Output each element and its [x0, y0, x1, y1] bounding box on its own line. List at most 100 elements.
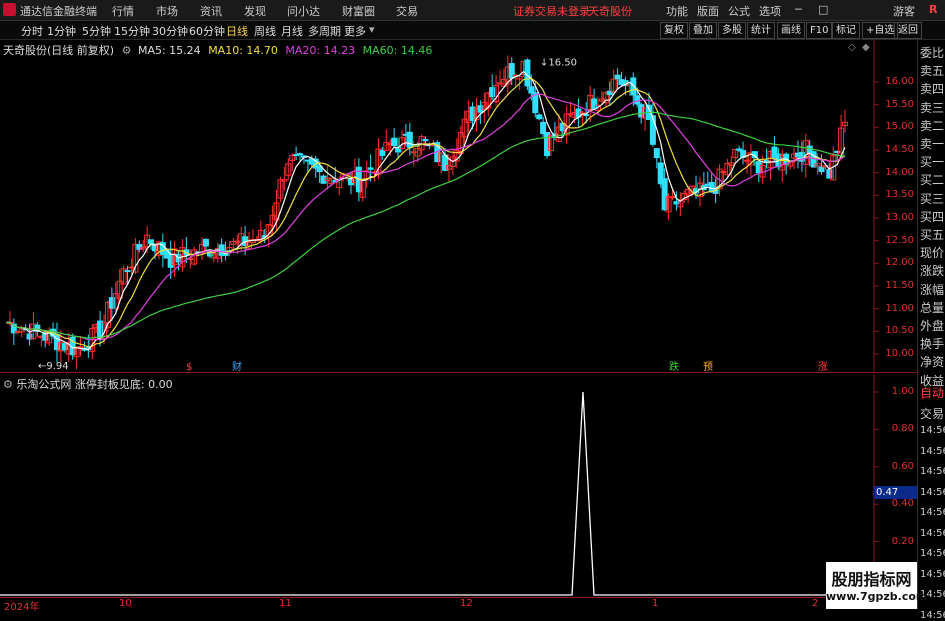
trade-time: 14:56 — [920, 425, 945, 436]
candle-down — [124, 270, 131, 273]
stock-name: 天奇股份 — [588, 5, 632, 18]
guest-label[interactable]: 游客 — [893, 3, 915, 19]
period-monthly[interactable]: 月线 — [281, 23, 303, 39]
quote-field-label: 委比 — [920, 46, 945, 60]
menu-news[interactable]: 资讯 — [200, 3, 222, 19]
high-price-marker: ↓16.50 — [540, 58, 577, 69]
menu-layout[interactable]: 版面 — [697, 3, 719, 19]
r-badge: R — [929, 3, 938, 16]
maximize-icon[interactable]: □ — [818, 3, 828, 16]
trade-time: 14:56 — [920, 548, 945, 559]
candle-down — [422, 139, 429, 142]
trade-time: 14:56 — [920, 507, 945, 518]
candle-down — [614, 74, 621, 80]
price-tick-label: 15.50 — [885, 98, 914, 110]
mark-button[interactable]: 标记 — [832, 22, 860, 39]
price-tick-label: 16.00 — [885, 76, 914, 87]
menu-wealth[interactable]: 财富圈 — [342, 3, 375, 19]
price-tick-label: 14.50 — [885, 144, 914, 155]
quote-field-label: 现价 — [920, 246, 945, 261]
menu-ask[interactable]: 问小达 — [287, 3, 320, 19]
ma60-line — [5, 111, 846, 339]
app-logo-icon — [3, 3, 16, 16]
price-tick-label: 13.00 — [885, 212, 914, 223]
event-marker: $ — [186, 362, 192, 372]
candle-down — [202, 238, 209, 247]
low-price-marker: ←9.94 — [38, 361, 69, 372]
quote-field-label: 卖三 — [920, 100, 945, 115]
period-multi[interactable]: 多周期 — [308, 23, 341, 39]
period-30min[interactable]: 30分钟 — [152, 23, 188, 39]
menu-market[interactable]: 市场 — [156, 3, 178, 19]
indicator-chart[interactable] — [0, 374, 917, 596]
app-name: 通达信金融终端 — [20, 5, 97, 18]
trade-time: 14:56 — [920, 445, 945, 457]
adjust-button[interactable]: 复权 — [660, 22, 688, 39]
period-5min[interactable]: 5分钟 — [82, 23, 111, 39]
quote-field-label: 总量 — [920, 300, 945, 315]
date-label: 11 — [279, 598, 292, 609]
indicator-line — [0, 391, 874, 596]
indicator-tick-label: 1.00 — [891, 386, 914, 397]
quote-sidebar: 委比 卖五 卖四 卖三 卖二 卖一 买一 买二 买三 买四 买五 现价 涨跌 涨幅 总量 外盘 换手 净资 收益 自… — [917, 40, 945, 621]
menu-discover[interactable]: 发现 — [244, 3, 266, 19]
quote-field-label: 买四 — [920, 209, 945, 224]
menu-trade[interactable]: 交易 — [396, 3, 418, 19]
more-arrow-icon[interactable]: ▾ — [369, 23, 375, 36]
candle-down — [391, 137, 398, 147]
add-watchlist-button[interactable]: +自选 — [862, 22, 899, 39]
menu-options[interactable]: 选项 — [759, 3, 781, 19]
period-more[interactable]: 更多 — [344, 23, 366, 39]
period-15min[interactable]: 15分钟 — [114, 23, 150, 39]
period-60min[interactable]: 60分钟 — [189, 23, 225, 39]
menu-function[interactable]: 功能 — [666, 3, 688, 19]
price-tick-label: 10.00 — [885, 348, 914, 359]
candle-down — [297, 153, 304, 156]
date-label: 2024年 — [4, 602, 40, 613]
period-daily[interactable]: 日线 — [226, 23, 248, 39]
multi-stock-button[interactable]: 多股 — [718, 22, 746, 39]
overlay-button[interactable]: 叠加 — [689, 22, 717, 39]
quote-field-label: 外盘 — [920, 319, 945, 333]
period-1min[interactable]: 1分钟 — [47, 23, 76, 39]
price-tick-label: 11.00 — [885, 302, 914, 314]
back-button[interactable]: 返回 — [894, 22, 922, 39]
quote-field-label: 净资 — [920, 355, 945, 370]
candle-down — [367, 167, 374, 170]
date-label: 2 — [812, 598, 819, 609]
login-notice[interactable]: 证券交易未登录 — [513, 3, 590, 19]
price-tick-label: 12.50 — [885, 234, 914, 246]
draw-button[interactable]: 画线 — [777, 22, 805, 39]
cursor-value-badge: 0.47 — [874, 486, 918, 499]
site-watermark: 股朋指标网 www.7gpzb.com — [826, 562, 927, 609]
minimize-icon[interactable]: ─ — [795, 3, 802, 16]
period-timeshare[interactable]: 分时 — [21, 23, 43, 39]
ma5-line — [5, 70, 846, 351]
quote-field-label: 涨跌 — [920, 264, 945, 279]
indicator-tick-label: 0.40 — [891, 498, 914, 510]
price-tick-label: 15.00 — [885, 121, 914, 133]
indicator-tick-label: 0.60 — [891, 460, 914, 472]
quote-field-label: 买一 — [920, 155, 945, 170]
trade-time: 14:56 — [920, 609, 945, 621]
menu-formula[interactable]: 公式 — [728, 3, 750, 19]
trade-time: 14:56 — [920, 527, 945, 539]
trade-time: 14:56 — [920, 486, 945, 498]
menu-quotes[interactable]: 行情 — [112, 3, 134, 19]
kline-chart[interactable]: ↓16.50 ←9.94 $ 财 跌 预 涨 — [0, 40, 917, 372]
indicator-tick-label: 0.20 — [891, 535, 914, 547]
event-marker: 涨 — [818, 361, 828, 372]
date-axis: 2024年 10 11 12 1 2 — [0, 597, 917, 613]
quote-field-label: 买五 — [920, 228, 945, 242]
candles — [6, 55, 848, 370]
candle-down — [528, 86, 535, 94]
quote-field-label: 买三 — [920, 191, 945, 206]
period-weekly[interactable]: 周线 — [254, 23, 276, 39]
quote-field-label: 卖二 — [920, 118, 945, 133]
f10-button[interactable]: F10 — [806, 22, 833, 39]
event-marker: 预 — [703, 361, 713, 372]
auto-trade-label[interactable]: 交易 — [920, 405, 944, 422]
trade-time: 14:56 — [920, 466, 945, 477]
stats-button[interactable]: 统计 — [747, 22, 775, 39]
auto-trade-label[interactable]: 自动 — [920, 384, 944, 401]
